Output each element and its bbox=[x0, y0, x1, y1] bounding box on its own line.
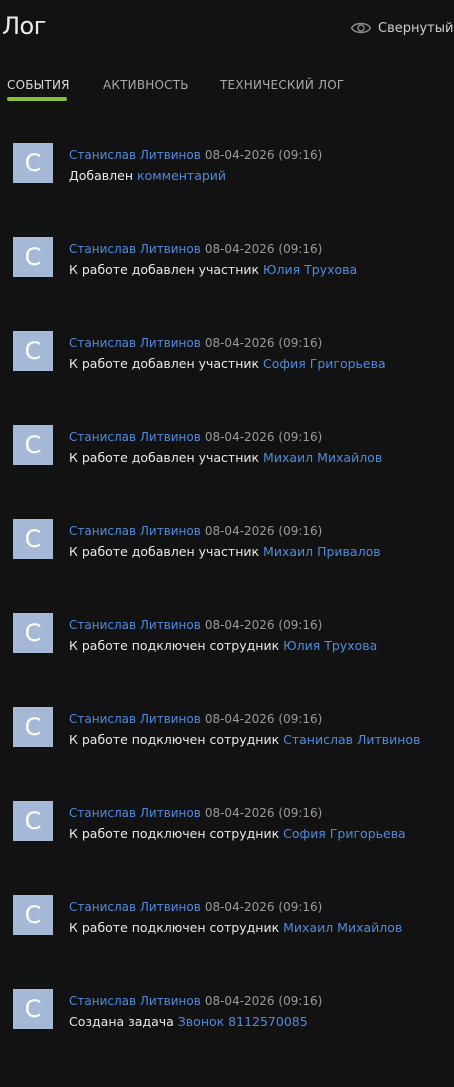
log-entry: C Станислав Литвинов 08-04-2026 (09:16) С… bbox=[0, 986, 454, 1080]
entry-message: Добавлен комментарий bbox=[69, 168, 226, 184]
active-tab-indicator bbox=[7, 97, 67, 101]
entry-link[interactable]: Михаил Привалов bbox=[263, 544, 381, 559]
tab-events[interactable]: СОБЫТИЯ bbox=[7, 78, 70, 92]
entry-text: К работе подключен сотрудник bbox=[69, 732, 280, 747]
entry-timestamp: 08-04-2026 (09:16) bbox=[204, 712, 323, 726]
entry-link[interactable]: София Григорьева bbox=[283, 826, 406, 841]
author-link[interactable]: Станислав Литвинов bbox=[69, 994, 201, 1008]
entry-text: К работе подключен сотрудник bbox=[69, 826, 280, 841]
entry-message: К работе добавлен участник Михаил Привало… bbox=[69, 544, 381, 560]
tab-bar: СОБЫТИЯ АКТИВНОСТЬ ТЕХНИЧЕСКИЙ ЛОГ bbox=[0, 74, 454, 104]
entry-meta: Станислав Литвинов 08-04-2026 (09:16) bbox=[69, 523, 322, 539]
entry-timestamp: 08-04-2026 (09:16) bbox=[204, 900, 323, 914]
entry-message: Создана задача Звонок 8112570085 bbox=[69, 1014, 308, 1030]
entry-message: К работе добавлен участник Юлия Трухова bbox=[69, 262, 357, 278]
entry-timestamp: 08-04-2026 (09:16) bbox=[204, 148, 323, 162]
entry-meta: Станислав Литвинов 08-04-2026 (09:16) bbox=[69, 899, 322, 915]
author-link[interactable]: Станислав Литвинов bbox=[69, 806, 201, 820]
entry-text: К работе подключен сотрудник bbox=[69, 638, 280, 653]
entry-meta: Станислав Литвинов 08-04-2026 (09:16) bbox=[69, 805, 322, 821]
entry-timestamp: 08-04-2026 (09:16) bbox=[204, 618, 323, 632]
log-entry: C Станислав Литвинов 08-04-2026 (09:16) К… bbox=[0, 422, 454, 516]
eye-icon bbox=[350, 22, 372, 34]
entry-meta: Станислав Литвинов 08-04-2026 (09:16) bbox=[69, 617, 322, 633]
tab-activity[interactable]: АКТИВНОСТЬ bbox=[103, 78, 189, 92]
entry-text: Добавлен bbox=[69, 168, 134, 183]
entry-message: К работе подключен сотрудник Михаил Михай… bbox=[69, 920, 402, 936]
author-link[interactable]: Станислав Литвинов bbox=[69, 900, 201, 914]
entry-message: К работе добавлен участник Михаил Михайло… bbox=[69, 450, 382, 466]
entry-text: К работе подключен сотрудник bbox=[69, 920, 280, 935]
entry-message: К работе подключен сотрудник Станислав Ли… bbox=[69, 732, 420, 748]
entry-timestamp: 08-04-2026 (09:16) bbox=[204, 806, 323, 820]
log-entry: C Станислав Литвинов 08-04-2026 (09:16) К… bbox=[0, 798, 454, 892]
log-header: Лог Свернутый bbox=[0, 0, 454, 60]
author-link[interactable]: Станислав Литвинов bbox=[69, 618, 201, 632]
entry-link[interactable]: Юлия Трухова bbox=[263, 262, 357, 277]
entry-text: Создана задача bbox=[69, 1014, 174, 1029]
entry-text: К работе добавлен участник bbox=[69, 356, 260, 371]
view-mode-label: Свернутый bbox=[378, 20, 454, 36]
entry-meta: Станислав Литвинов 08-04-2026 (09:16) bbox=[69, 993, 322, 1009]
entry-text: К работе добавлен участник bbox=[69, 262, 260, 277]
entry-meta: Станислав Литвинов 08-04-2026 (09:16) bbox=[69, 147, 322, 163]
log-entry: C Станислав Литвинов 08-04-2026 (09:16) К… bbox=[0, 704, 454, 798]
entry-link[interactable]: София Григорьева bbox=[263, 356, 386, 371]
view-mode-toggle[interactable]: Свернутый bbox=[350, 16, 454, 40]
author-link[interactable]: Станислав Литвинов bbox=[69, 524, 201, 538]
entry-meta: Станислав Литвинов 08-04-2026 (09:16) bbox=[69, 241, 322, 257]
avatar[interactable]: C bbox=[13, 613, 53, 653]
log-list: C Станислав Литвинов 08-04-2026 (09:16) Д… bbox=[0, 140, 454, 1080]
entry-text: К работе добавлен участник bbox=[69, 450, 260, 465]
author-link[interactable]: Станислав Литвинов bbox=[69, 148, 201, 162]
entry-link[interactable]: Юлия Трухова bbox=[283, 638, 377, 653]
log-entry: C Станислав Литвинов 08-04-2026 (09:16) К… bbox=[0, 328, 454, 422]
entry-timestamp: 08-04-2026 (09:16) bbox=[204, 524, 323, 538]
log-entry: C Станислав Литвинов 08-04-2026 (09:16) К… bbox=[0, 610, 454, 704]
avatar[interactable]: C bbox=[13, 143, 53, 183]
entry-timestamp: 08-04-2026 (09:16) bbox=[204, 994, 323, 1008]
page-title: Лог bbox=[2, 12, 46, 40]
author-link[interactable]: Станислав Литвинов bbox=[69, 712, 201, 726]
avatar[interactable]: C bbox=[13, 237, 53, 277]
tab-technical-log[interactable]: ТЕХНИЧЕСКИЙ ЛОГ bbox=[220, 78, 344, 92]
avatar[interactable]: C bbox=[13, 519, 53, 559]
avatar[interactable]: C bbox=[13, 707, 53, 747]
avatar[interactable]: C bbox=[13, 331, 53, 371]
entry-meta: Станислав Литвинов 08-04-2026 (09:16) bbox=[69, 429, 322, 445]
author-link[interactable]: Станислав Литвинов bbox=[69, 430, 201, 444]
log-entry: C Станислав Литвинов 08-04-2026 (09:16) К… bbox=[0, 516, 454, 610]
entry-link[interactable]: Станислав Литвинов bbox=[283, 732, 420, 747]
log-entry: C Станислав Литвинов 08-04-2026 (09:16) Д… bbox=[0, 140, 454, 234]
entry-link[interactable]: комментарий bbox=[137, 168, 226, 183]
entry-timestamp: 08-04-2026 (09:16) bbox=[204, 242, 323, 256]
entry-link[interactable]: Михаил Михайлов bbox=[263, 450, 382, 465]
entry-message: К работе добавлен участник София Григорье… bbox=[69, 356, 386, 372]
entry-meta: Станислав Литвинов 08-04-2026 (09:16) bbox=[69, 335, 322, 351]
entry-message: К работе подключен сотрудник Юлия Трухова bbox=[69, 638, 377, 654]
entry-link[interactable]: Михаил Михайлов bbox=[283, 920, 402, 935]
entry-meta: Станислав Литвинов 08-04-2026 (09:16) bbox=[69, 711, 322, 727]
entry-timestamp: 08-04-2026 (09:16) bbox=[204, 430, 323, 444]
avatar[interactable]: C bbox=[13, 801, 53, 841]
entry-message: К работе подключен сотрудник София Григор… bbox=[69, 826, 406, 842]
avatar[interactable]: C bbox=[13, 425, 53, 465]
entry-link[interactable]: Звонок 8112570085 bbox=[178, 1014, 308, 1029]
entry-text: К работе добавлен участник bbox=[69, 544, 260, 559]
log-entry: C Станислав Литвинов 08-04-2026 (09:16) К… bbox=[0, 892, 454, 986]
author-link[interactable]: Станислав Литвинов bbox=[69, 336, 201, 350]
avatar[interactable]: C bbox=[13, 895, 53, 935]
author-link[interactable]: Станислав Литвинов bbox=[69, 242, 201, 256]
log-entry: C Станислав Литвинов 08-04-2026 (09:16) К… bbox=[0, 234, 454, 328]
entry-timestamp: 08-04-2026 (09:16) bbox=[204, 336, 323, 350]
avatar[interactable]: C bbox=[13, 989, 53, 1029]
